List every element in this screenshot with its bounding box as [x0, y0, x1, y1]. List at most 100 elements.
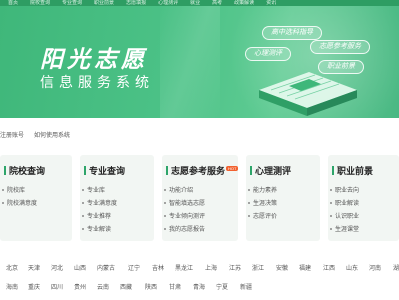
province-item[interactable]: 上海 [205, 263, 217, 272]
province-item[interactable]: 内蒙古 [97, 263, 115, 272]
card-item[interactable]: 院校满意度 [2, 198, 72, 211]
bullet-icon [164, 215, 166, 217]
tag-psych-test[interactable]: 心理测评 [245, 47, 291, 61]
province-item[interactable]: 西藏 [120, 282, 132, 291]
title-bar [250, 166, 252, 175]
bullet-icon [82, 202, 84, 204]
province-item[interactable]: 重庆 [28, 282, 40, 291]
register-link[interactable]: 注册账号 [0, 130, 24, 140]
province-item[interactable]: 贵州 [74, 282, 86, 291]
province-item[interactable]: 四川 [51, 282, 63, 291]
card-colleges[interactable]: 院校查询 院校库 院校满意度 [0, 155, 72, 241]
bullet-icon [164, 189, 166, 191]
card-item-label: 认识职业 [335, 214, 360, 220]
card-item[interactable]: 专业倾向测评 [164, 211, 238, 224]
title-bar [332, 166, 334, 175]
card-title: 心理测评 [246, 164, 320, 177]
province-item[interactable]: 河南 [369, 263, 381, 272]
province-item[interactable]: 陕西 [145, 282, 157, 291]
card-title-text: 志愿参考服务 [171, 166, 226, 176]
bullet-icon [330, 202, 332, 204]
province-item[interactable]: 山东 [346, 263, 358, 272]
card-volunteer-service[interactable]: 志愿参考服务 HOT 功能介绍 智能填选志愿 专业倾向测评 我的志愿报告 [162, 155, 239, 241]
card-majors[interactable]: 专业查询 专业库 专业满意度 专业推荐 专业解读 [80, 155, 154, 241]
hot-badge: HOT [226, 166, 239, 171]
province-item[interactable]: 湖 [393, 263, 399, 272]
card-item[interactable]: 职业解读 [330, 198, 399, 211]
title-bar [4, 166, 6, 175]
hero-banner: 阳光志愿 信息服务系统 高中选科指导 心理测评 志愿参考服务 职业前景 [0, 6, 399, 118]
card-item[interactable]: 功能介绍 [164, 185, 238, 198]
card-item[interactable]: 专业满意度 [82, 198, 154, 211]
card-item-label: 职业解读 [335, 201, 360, 207]
card-item-label: 职业去向 [335, 188, 360, 194]
tag-volunteer-service[interactable]: 志愿参考服务 [310, 40, 370, 54]
howto-link[interactable]: 如何使用系统 [34, 130, 70, 140]
card-item[interactable]: 认识职业 [330, 211, 399, 224]
card-item[interactable]: 专业推荐 [82, 211, 154, 224]
province-item[interactable]: 河北 [51, 263, 63, 272]
card-item[interactable]: 专业库 [82, 185, 154, 198]
brand-title: 阳光志愿 [40, 46, 148, 72]
province-row-1: 北京 天津 河北 山西 内蒙古 辽宁 吉林 黑龙江 上海 江苏 浙江 安徽 福建 江西 山东 河南 湖 [0, 258, 399, 277]
province-item[interactable]: 辽宁 [128, 263, 140, 272]
card-item[interactable]: 院校库 [2, 185, 72, 198]
card-item-label: 生涯决策 [253, 201, 278, 207]
bullet-icon [164, 228, 166, 230]
card-item-label: 专业库 [87, 188, 106, 194]
bullet-icon [330, 228, 332, 230]
province-row-2: 海南 重庆 四川 贵州 云南 西藏 陕西 甘肃 青海 宁夏 新疆 [0, 277, 399, 296]
bullet-icon [82, 189, 84, 191]
card-item[interactable]: 生涯决策 [248, 198, 320, 211]
province-item[interactable]: 浙江 [252, 263, 264, 272]
card-title: 专业查询 [80, 164, 154, 177]
card-item-label: 专业解读 [87, 227, 112, 233]
bullet-icon [2, 202, 4, 204]
bullet-icon [248, 202, 250, 204]
card-title-text: 院校查询 [9, 166, 46, 176]
province-item[interactable]: 吉林 [152, 263, 164, 272]
bullet-icon [164, 202, 166, 204]
card-psych-test[interactable]: 心理测评 能力素养 生涯决策 志愿评价 [246, 155, 320, 241]
province-item[interactable]: 山西 [74, 263, 86, 272]
brand-subtitle: 信息服务系统 [40, 74, 154, 90]
province-item[interactable]: 北京 [6, 263, 18, 272]
province-item[interactable]: 江西 [323, 263, 335, 272]
card-item[interactable]: 智能填选志愿 [164, 198, 238, 211]
bullet-icon [330, 215, 332, 217]
card-item-label: 智能填选志愿 [169, 201, 206, 207]
card-item[interactable]: 我的志愿报告 [164, 224, 238, 237]
province-item[interactable]: 甘肃 [169, 282, 181, 291]
card-title-text: 心理测评 [255, 166, 292, 176]
province-item[interactable]: 青海 [193, 282, 205, 291]
card-item[interactable]: 能力素养 [248, 185, 320, 198]
province-item[interactable]: 黑龙江 [175, 263, 193, 272]
tag-subject-guidance[interactable]: 高中选科指导 [262, 26, 322, 40]
card-item[interactable]: 职业去向 [330, 185, 399, 198]
card-item[interactable]: 专业解读 [82, 224, 154, 237]
province-item[interactable]: 安徽 [276, 263, 288, 272]
bullet-icon [248, 215, 250, 217]
card-item[interactable]: 生涯课堂 [330, 224, 399, 237]
feature-cards: 院校查询 院校库 院校满意度 专业查询 专业库 专业满意度 专业推荐 专业解读 … [0, 155, 399, 241]
province-item[interactable]: 海南 [6, 282, 18, 291]
province-selector: 北京 天津 河北 山西 内蒙古 辽宁 吉林 黑龙江 上海 江苏 浙江 安徽 福建 江西 山东 河南 湖 海南 重庆… [0, 258, 399, 296]
bullet-icon [248, 189, 250, 191]
card-title: 职业前景 [328, 164, 399, 177]
title-bar [84, 166, 86, 175]
bullet-icon [2, 189, 4, 191]
platform-illustration [259, 72, 357, 116]
card-title: 院校查询 [0, 164, 72, 177]
province-item[interactable]: 福建 [299, 263, 311, 272]
card-title-text: 专业查询 [89, 166, 126, 176]
province-item[interactable]: 天津 [28, 263, 40, 272]
card-item[interactable]: 志愿评价 [248, 211, 320, 224]
province-item[interactable]: 新疆 [240, 282, 252, 291]
bullet-icon [82, 215, 84, 217]
province-item[interactable]: 江苏 [229, 263, 241, 272]
province-item[interactable]: 云南 [97, 282, 109, 291]
card-item-label: 生涯课堂 [335, 227, 360, 233]
card-careers[interactable]: 职业前景 职业去向 职业解读 认识职业 生涯课堂 [328, 155, 399, 241]
province-item[interactable]: 宁夏 [216, 282, 228, 291]
title-bar [166, 166, 168, 175]
